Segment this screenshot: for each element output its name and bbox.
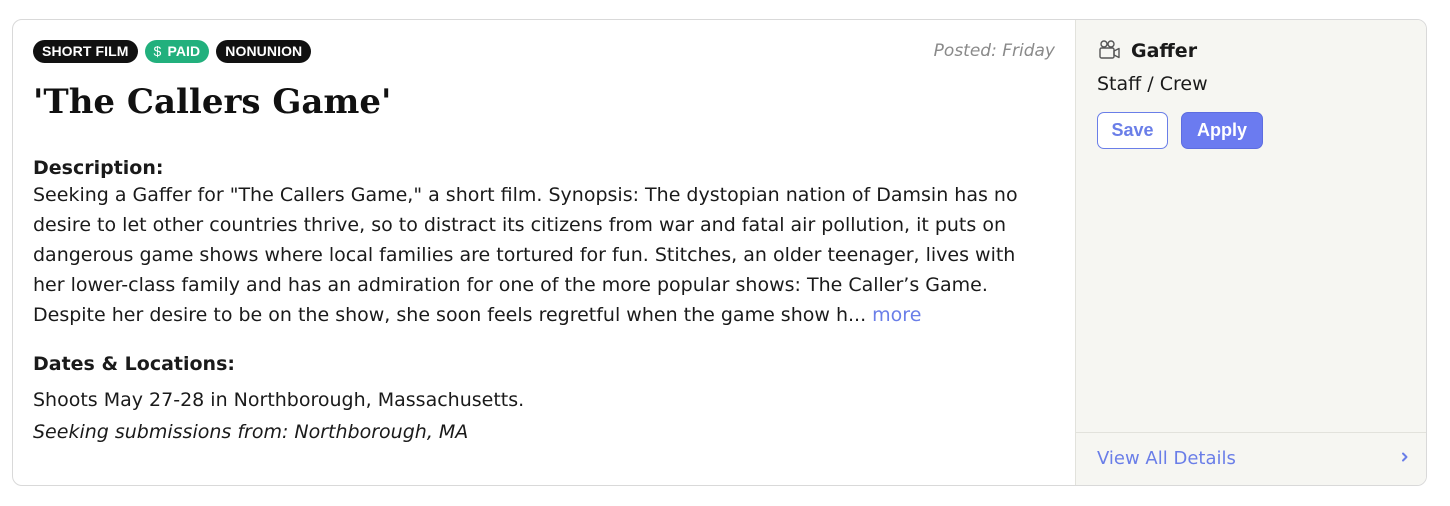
dates-locations-label: Dates & Locations:	[33, 353, 235, 375]
dollar-icon: $	[153, 43, 162, 59]
casting-card: SHORT FILM $ PAID NONUNION Posted: Friday…	[12, 19, 1427, 486]
camera-icon	[1099, 40, 1120, 59]
shoot-dates: Shoots May 27-28 in Northborough, Massac…	[33, 389, 525, 411]
tag-list: SHORT FILM $ PAID NONUNION	[33, 40, 312, 63]
description-line: Seeking a Gaffer for "The Callers Game,"…	[33, 184, 1018, 206]
apply-button[interactable]: Apply	[1181, 112, 1263, 149]
project-title[interactable]: 'The Callers Game'	[33, 80, 391, 124]
role-header: Gaffer	[1097, 39, 1197, 63]
seeking-submissions: Seeking submissions from: Northborough, …	[33, 421, 469, 443]
description-line: dangerous game shows where local familie…	[33, 244, 1016, 266]
card-footer: View All Details	[1076, 432, 1426, 485]
tag-short-film: SHORT FILM	[33, 40, 138, 63]
save-button[interactable]: Save	[1097, 112, 1168, 149]
chevron-right-icon[interactable]	[1398, 450, 1412, 464]
more-link[interactable]: more	[872, 304, 921, 326]
description-label: Description:	[33, 157, 164, 179]
card-main: SHORT FILM $ PAID NONUNION Posted: Friday…	[13, 20, 1075, 485]
description-line: Despite her desire to be on the show, sh…	[33, 304, 867, 326]
role-name[interactable]: Gaffer	[1131, 40, 1197, 62]
posted-date: Posted: Friday	[933, 41, 1055, 61]
role-panel: Gaffer Staff / Crew Save Apply View All …	[1075, 20, 1426, 485]
tag-nonunion: NONUNION	[216, 40, 312, 63]
tag-paid: $ PAID	[144, 40, 210, 63]
description-line: her lower-class family and has an admira…	[33, 274, 988, 296]
description-text: Seeking a Gaffer for "The Callers Game,"…	[33, 180, 1063, 330]
role-type: Staff / Crew	[1097, 73, 1208, 95]
view-all-details-link[interactable]: View All Details	[1097, 448, 1236, 469]
tag-paid-label: PAID	[167, 43, 201, 59]
description-line-last: Despite her desire to be on the show, sh…	[33, 300, 1063, 330]
description-line: desire to let other countries thrive, so…	[33, 214, 1006, 236]
